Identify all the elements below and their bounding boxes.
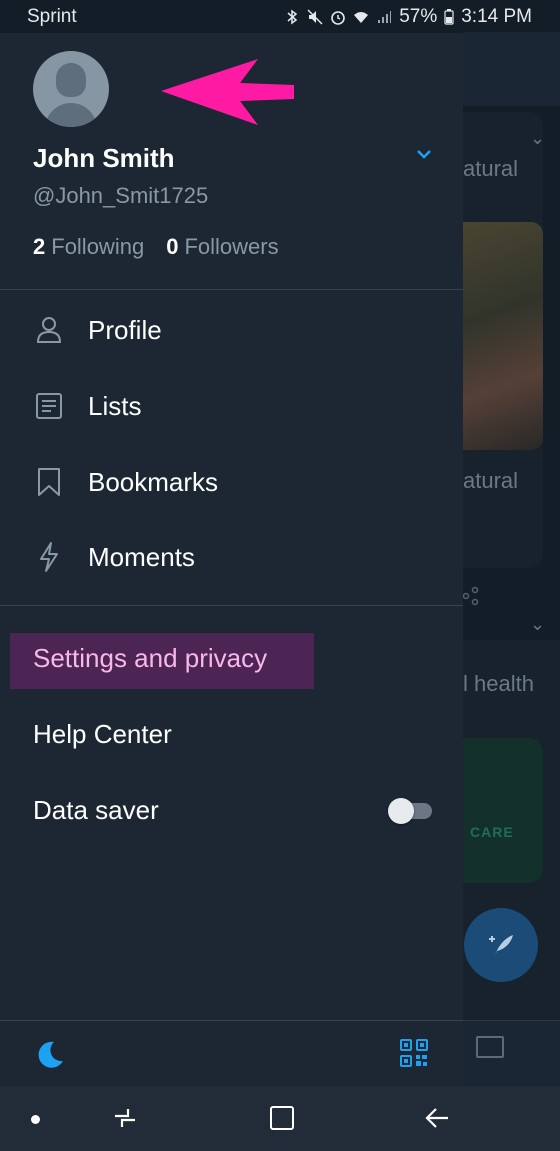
status-bar: Sprint 57% 3:14 PM (0, 0, 560, 33)
feather-icon (489, 935, 513, 955)
settings-and-privacy-item[interactable]: Settings and privacy (33, 643, 267, 674)
mute-icon (307, 8, 323, 25)
back-arrow-icon[interactable] (424, 1106, 450, 1130)
followers-count: 0 (166, 234, 179, 259)
data-saver-toggle[interactable] (388, 798, 432, 824)
night-mode-icon[interactable] (34, 1039, 66, 1071)
chevron-down-icon[interactable] (414, 146, 434, 162)
following-link[interactable]: 2 Following (33, 234, 144, 260)
background-header (463, 32, 560, 106)
carrier-name: Sprint (27, 5, 77, 27)
background-photo (463, 222, 543, 450)
avatar[interactable] (33, 51, 109, 127)
chevron-down-icon: ⌄ (530, 128, 546, 148)
annotation-arrow-icon (161, 59, 294, 125)
menu-label: Moments (88, 541, 195, 572)
alarm-icon (331, 10, 346, 25)
bookmark-icon (34, 467, 64, 497)
profile-handle: @John_Smit1725 (33, 183, 209, 208)
divider (0, 605, 463, 606)
chevron-down-icon: ⌄ (530, 614, 546, 634)
person-icon (34, 315, 64, 345)
share-icon (463, 586, 479, 606)
menu-item-lists[interactable]: Lists (0, 371, 463, 441)
recent-apps-icon[interactable] (112, 1106, 138, 1130)
followers-label: Followers (184, 234, 279, 259)
menu-item-bookmarks[interactable]: Bookmarks (0, 447, 463, 517)
background-ad-image (463, 738, 543, 883)
help-center-item[interactable]: Help Center (33, 719, 172, 750)
battery-percent: 57% (399, 5, 438, 27)
background-text: atural (463, 156, 519, 181)
menu-label: Lists (88, 390, 142, 421)
signal-icon (378, 10, 392, 23)
data-saver-label: Data saver (33, 795, 159, 825)
lightning-icon (34, 542, 64, 572)
menu-item-moments[interactable]: Moments (0, 522, 463, 592)
following-count: 2 (33, 234, 46, 259)
menu-label: Profile (88, 314, 162, 345)
status-icons: 57% 3:14 PM (284, 6, 532, 28)
background-text: l health (463, 671, 534, 696)
system-nav-bar (0, 1086, 560, 1151)
avatar-head (56, 63, 86, 97)
navigation-drawer: John Smith @John_Smit1725 2 Following 0 Fo… (0, 33, 463, 1086)
bluetooth-icon (287, 9, 298, 24)
mail-icon[interactable] (476, 1036, 504, 1058)
qr-code-icon[interactable] (400, 1039, 428, 1067)
compose-tweet-button[interactable] (464, 908, 538, 982)
divider (0, 289, 463, 290)
menu-label: Bookmarks (88, 466, 219, 497)
background-text: atural (463, 468, 519, 493)
avatar-shoulders (45, 103, 97, 127)
background-care-text: CARE (470, 824, 514, 840)
toggle-knob (388, 798, 414, 824)
followers-link[interactable]: 0 Followers (166, 234, 278, 260)
following-label: Following (51, 234, 145, 259)
clock: 3:14 PM (461, 5, 532, 27)
battery-icon (444, 8, 454, 25)
nav-dot-icon[interactable] (31, 1115, 40, 1124)
drawer-footer (0, 1020, 463, 1086)
profile-name[interactable]: John Smith (33, 143, 175, 174)
wifi-icon (354, 11, 369, 23)
list-icon (34, 391, 64, 421)
follow-stats: 2 Following 0 Followers (33, 234, 279, 260)
menu-item-profile[interactable]: Profile (0, 295, 463, 365)
home-button[interactable] (270, 1106, 294, 1130)
